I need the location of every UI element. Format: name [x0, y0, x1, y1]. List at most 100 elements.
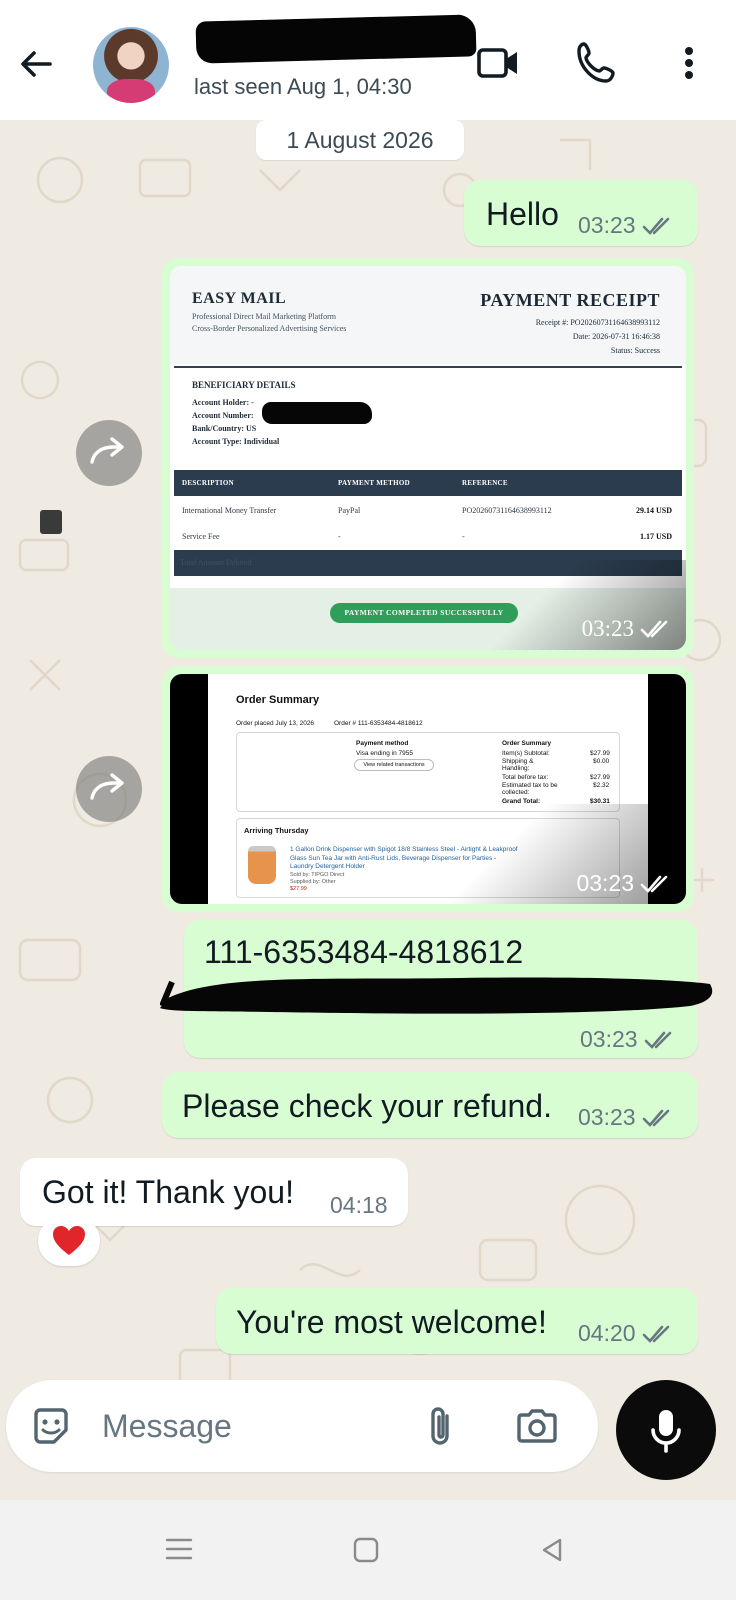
message-input[interactable]: Message: [102, 1408, 232, 1445]
order-summary-image[interactable]: Order Summary Order placed July 13, 2026…: [170, 674, 686, 904]
table-cell: PayPal: [338, 506, 361, 515]
sold-by: Sold by: TIPGO Direct: [290, 872, 345, 878]
avatar[interactable]: [93, 27, 169, 103]
read-ticks-icon: [642, 1325, 669, 1343]
chat-area[interactable]: 1 August 2026 Hello 03:23 EASY MAIL Prof…: [0, 120, 736, 1500]
last-seen-status: last seen Aug 1, 04:30: [194, 74, 412, 99]
summary-value: $27.99: [590, 774, 610, 781]
receipt-brand: EASY MAIL: [192, 290, 287, 307]
bank-country: Bank/Country: US: [192, 424, 257, 433]
account-number: Account Number:: [192, 411, 254, 420]
message-input-bar[interactable]: Message: [6, 1380, 598, 1472]
table-cell: 29.14 USD: [635, 506, 672, 515]
image-message-receipt[interactable]: EASY MAIL Professional Direct Mail Marke…: [162, 258, 694, 658]
table-cell: -: [338, 532, 341, 541]
redaction-mark: [160, 977, 713, 1014]
receipt-image[interactable]: EASY MAIL Professional Direct Mail Marke…: [170, 266, 686, 650]
message-meta: 03:23: [576, 870, 674, 897]
read-ticks-icon: [642, 217, 669, 235]
message-meta: 03:23: [580, 1026, 678, 1053]
camera-icon[interactable]: [514, 1404, 560, 1450]
table-header: REFERENCE: [462, 479, 508, 487]
image-message-order[interactable]: Order Summary Order placed July 13, 2026…: [162, 666, 694, 912]
mic-button[interactable]: [616, 1380, 716, 1480]
table-header: DESCRIPTION: [182, 479, 234, 487]
message-bubble-outgoing[interactable]: Hello 03:23: [464, 180, 698, 246]
message-time: 03:23: [578, 212, 636, 238]
payment-method-value: Visa ending in 7955: [356, 750, 413, 757]
redaction-mark: [262, 402, 372, 424]
back-nav-icon[interactable]: [538, 1536, 566, 1564]
order-number: Order # 111-6353484-4818612: [334, 720, 423, 727]
message-bubble-outgoing[interactable]: Please check your refund. 03:23: [162, 1072, 698, 1138]
phone-icon[interactable]: [572, 38, 622, 88]
message-bubble-outgoing[interactable]: 111-6353484-4818612 03:23: [160, 920, 713, 1058]
read-ticks-icon: [644, 1031, 671, 1049]
table-cell: International Money Transfer: [182, 506, 277, 515]
redaction-mark: [195, 14, 477, 64]
message-bubble-outgoing[interactable]: You're most welcome! 04:20: [216, 1288, 698, 1354]
table-cell: PO2026073116463899311​2: [462, 506, 552, 515]
more-vert-icon[interactable]: [664, 38, 714, 88]
receipt-status: Status: Success: [610, 346, 660, 355]
receipt-brand-sub: Cross-Border Personalized Advertising Se…: [192, 324, 347, 333]
message-time: 04:20: [578, 1320, 636, 1346]
read-ticks-icon: [642, 1109, 669, 1127]
forward-icon[interactable]: [76, 756, 142, 822]
message-meta: 03:23: [582, 616, 674, 642]
redaction-mark: [40, 510, 62, 534]
heart-reaction-icon: [53, 1226, 85, 1255]
summary-label: Estimated tax to be collected:: [502, 782, 558, 796]
message-text: Hello: [486, 196, 559, 232]
account-holder: Account Holder: -: [192, 398, 254, 407]
video-call-icon[interactable]: [474, 38, 524, 88]
order-summary-label: Order Summary: [502, 740, 552, 747]
system-nav-bar: [0, 1500, 736, 1600]
recents-icon[interactable]: [164, 1534, 194, 1564]
message-meta: 03:23: [578, 1104, 676, 1131]
home-icon[interactable]: [352, 1536, 380, 1564]
forward-icon[interactable]: [76, 420, 142, 486]
summary-value: $0.00: [593, 758, 610, 765]
message-meta: 04:18: [330, 1192, 388, 1219]
summary-value: $27.99: [590, 750, 610, 757]
receipt-title: PAYMENT RECEIPT: [480, 290, 660, 310]
sticker-icon[interactable]: [28, 1404, 74, 1450]
account-type: Account Type: Individual: [192, 437, 280, 446]
message-meta: 04:20: [578, 1320, 676, 1347]
read-ticks-icon: [640, 620, 668, 638]
mic-icon: [651, 1410, 681, 1453]
view-transactions-button[interactable]: View related transactions: [354, 759, 434, 771]
attach-icon[interactable]: [420, 1404, 460, 1450]
order-title: Order Summary: [236, 694, 320, 706]
receipt-brand-sub: Professional Direct Mail Marketing Platf…: [192, 312, 336, 321]
product-price: $27.99: [290, 886, 307, 892]
table-cell: -: [462, 532, 465, 541]
message-meta: 03:23: [578, 212, 676, 239]
chat-header: last seen Aug 1, 04:30: [0, 0, 736, 120]
table-header: PAYMENT METHOD: [338, 479, 410, 487]
summary-label: Shipping & Handling:: [502, 758, 534, 772]
reaction-chip[interactable]: [38, 1216, 100, 1266]
table-cell: 1.17 USD: [639, 532, 672, 541]
order-placed: Order placed July 13, 2026: [236, 720, 315, 727]
message-text: You're most welcome!: [236, 1304, 547, 1340]
table-cell: Service Fee: [182, 532, 220, 541]
receipt-date: Date: 2026-07-31 16:46:38: [572, 332, 660, 341]
read-ticks-icon: [640, 875, 668, 893]
beneficiary-section-title: BENEFICIARY DETAILS: [192, 380, 296, 390]
total-label: Total Amount Debited: [180, 558, 252, 567]
message-text: Got it! Thank you!: [42, 1174, 294, 1210]
arriving-label: Arriving Thursday: [244, 826, 309, 835]
message-time: 04:18: [330, 1192, 388, 1218]
summary-value: $2.32: [593, 782, 610, 789]
message-time: 03:23: [581, 616, 634, 641]
product-thumbnail[interactable]: [248, 846, 276, 884]
back-arrow-icon[interactable]: [14, 42, 58, 86]
payment-method-label: Payment method: [356, 740, 409, 747]
receipt-number: Receipt #: PO2026073116463899311​2: [535, 318, 660, 327]
summary-label: Total before tax:: [502, 774, 549, 781]
message-time: 03:23: [580, 1026, 638, 1052]
message-time: 03:23: [576, 870, 634, 896]
date-chip: 1 August 2026: [256, 120, 464, 160]
